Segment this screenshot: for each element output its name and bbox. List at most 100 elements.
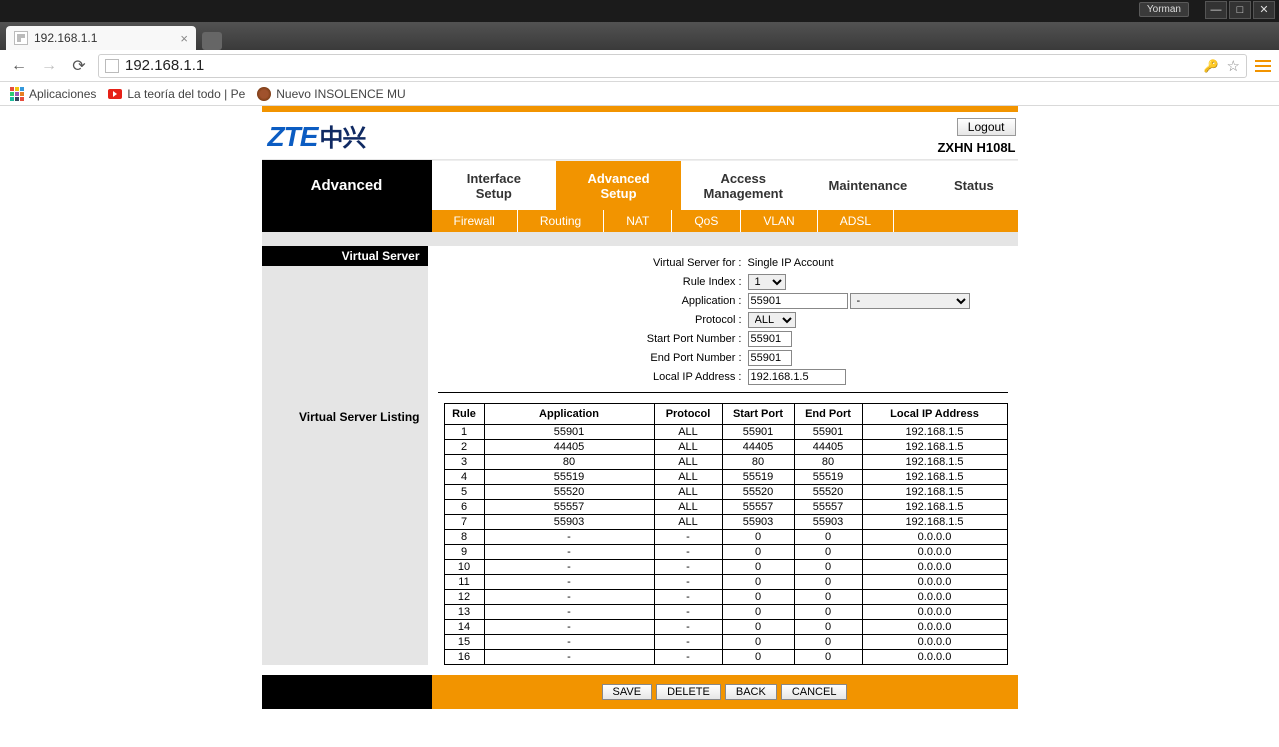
table-row[interactable]: 244405ALL4440544405192.168.1.5: [444, 440, 1007, 455]
cell-app: -: [484, 650, 654, 665]
table-row[interactable]: 13--000.0.0.0: [444, 605, 1007, 620]
nav-status[interactable]: Status: [930, 160, 1017, 210]
cell-app: 44405: [484, 440, 654, 455]
back-button[interactable]: ←: [8, 55, 30, 77]
browser-menu-button[interactable]: [1255, 60, 1271, 72]
cell-rule: 2: [444, 440, 484, 455]
bookmark-star-icon[interactable]: ☆: [1227, 57, 1240, 75]
cell-proto: ALL: [654, 455, 722, 470]
user-badge[interactable]: Yorman: [1139, 2, 1189, 17]
nav-access-management[interactable]: Access Management: [681, 160, 806, 210]
cell-end: 0: [794, 560, 862, 575]
cell-end: 55903: [794, 515, 862, 530]
cell-start: 0: [722, 545, 794, 560]
cell-ip: 192.168.1.5: [862, 455, 1007, 470]
row-start-port: Start Port Number :: [438, 330, 1008, 348]
subnav-qos[interactable]: QoS: [672, 210, 741, 232]
cell-start: 0: [722, 605, 794, 620]
table-row[interactable]: 10--000.0.0.0: [444, 560, 1007, 575]
cell-ip: 192.168.1.5: [862, 440, 1007, 455]
table-row[interactable]: 11--000.0.0.0: [444, 575, 1007, 590]
nav-interface-setup[interactable]: Interface Setup: [432, 160, 557, 210]
table-row[interactable]: 15--000.0.0.0: [444, 635, 1007, 650]
password-key-icon[interactable]: 🔑: [1204, 59, 1219, 73]
cell-ip: 0.0.0.0: [862, 530, 1007, 545]
cell-start: 0: [722, 650, 794, 665]
table-row[interactable]: 9--000.0.0.0: [444, 545, 1007, 560]
cell-proto: -: [654, 530, 722, 545]
table-row[interactable]: 16--000.0.0.0: [444, 650, 1007, 665]
minimize-button[interactable]: —: [1205, 1, 1227, 19]
protocol-select[interactable]: ALL: [748, 312, 796, 328]
cell-start: 0: [722, 575, 794, 590]
delete-button[interactable]: DELETE: [656, 684, 721, 700]
cell-proto: ALL: [654, 470, 722, 485]
start-port-label: Start Port Number :: [438, 333, 748, 345]
cell-app: -: [484, 605, 654, 620]
cell-rule: 9: [444, 545, 484, 560]
vs-for-label: Virtual Server for :: [438, 257, 748, 269]
forward-button[interactable]: →: [38, 55, 60, 77]
save-button[interactable]: SAVE: [602, 684, 653, 700]
cell-rule: 8: [444, 530, 484, 545]
router-page: ZTE中兴 Logout ZXHN H108L Advanced Interfa…: [262, 106, 1018, 709]
table-row[interactable]: 555520ALL5552055520192.168.1.5: [444, 485, 1007, 500]
close-window-button[interactable]: ✕: [1253, 1, 1275, 19]
table-row[interactable]: 655557ALL5555755557192.168.1.5: [444, 500, 1007, 515]
end-port-input[interactable]: [748, 350, 792, 366]
nav-maintenance[interactable]: Maintenance: [806, 160, 931, 210]
subnav-firewall[interactable]: Firewall: [432, 210, 518, 232]
application-preset-select[interactable]: -: [850, 293, 970, 309]
rule-index-select[interactable]: 1: [748, 274, 786, 290]
table-row[interactable]: 155901ALL5590155901192.168.1.5: [444, 425, 1007, 440]
cell-ip: 0.0.0.0: [862, 575, 1007, 590]
subnav-adsl[interactable]: ADSL: [818, 210, 894, 232]
back-action-button[interactable]: BACK: [725, 684, 777, 700]
new-tab-button[interactable]: [202, 32, 222, 50]
section-virtual-server: Virtual Server: [262, 246, 428, 266]
start-port-input[interactable]: [748, 331, 792, 347]
row-end-port: End Port Number :: [438, 349, 1008, 367]
subnav-routing[interactable]: Routing: [518, 210, 604, 232]
browser-tabstrip: 192.168.1.1 ×: [0, 22, 1279, 50]
tab-close-icon[interactable]: ×: [180, 31, 188, 46]
cell-proto: -: [654, 590, 722, 605]
row-application: Application : -: [438, 292, 1008, 310]
nav-advanced-setup[interactable]: Advanced Setup: [556, 160, 681, 210]
bookmark-yt-label: La teoría del todo | Pe: [127, 87, 245, 101]
browser-tab[interactable]: 192.168.1.1 ×: [6, 26, 196, 50]
cancel-button[interactable]: CANCEL: [781, 684, 848, 700]
maximize-button[interactable]: □: [1229, 1, 1251, 19]
table-row[interactable]: 755903ALL5590355903192.168.1.5: [444, 515, 1007, 530]
cell-end: 0: [794, 590, 862, 605]
address-bar[interactable]: 192.168.1.1 🔑 ☆: [98, 54, 1247, 78]
table-header-row: Rule Application Protocol Start Port End…: [444, 404, 1007, 425]
reload-button[interactable]: ⟳: [68, 55, 90, 77]
bookmark-youtube[interactable]: La teoría del todo | Pe: [108, 87, 245, 101]
cell-ip: 0.0.0.0: [862, 545, 1007, 560]
application-input[interactable]: [748, 293, 848, 309]
table-row[interactable]: 8--000.0.0.0: [444, 530, 1007, 545]
subnav-vlan[interactable]: VLAN: [741, 210, 817, 232]
rules-table: Rule Application Protocol Start Port End…: [444, 403, 1008, 665]
cell-ip: 0.0.0.0: [862, 620, 1007, 635]
table-row[interactable]: 14--000.0.0.0: [444, 620, 1007, 635]
table-row[interactable]: 12--000.0.0.0: [444, 590, 1007, 605]
site-icon: [105, 59, 119, 73]
bookmark-insolence[interactable]: Nuevo INSOLENCE MU: [257, 87, 405, 101]
cell-start: 0: [722, 635, 794, 650]
logout-button[interactable]: Logout: [957, 118, 1016, 136]
apps-bookmark[interactable]: Aplicaciones: [10, 87, 96, 101]
row-local-ip: Local IP Address :: [438, 368, 1008, 386]
cell-proto: ALL: [654, 425, 722, 440]
apps-icon: [10, 87, 24, 101]
table-row[interactable]: 380ALL8080192.168.1.5: [444, 455, 1007, 470]
table-row[interactable]: 455519ALL5551955519192.168.1.5: [444, 470, 1007, 485]
subnav-nat[interactable]: NAT: [604, 210, 672, 232]
application-label: Application :: [438, 295, 748, 307]
cell-ip: 0.0.0.0: [862, 560, 1007, 575]
nav-current: Advanced: [262, 160, 432, 210]
gap: [262, 232, 1018, 246]
local-ip-input[interactable]: [748, 369, 846, 385]
section-listing-label: Virtual Server Listing: [262, 406, 428, 424]
